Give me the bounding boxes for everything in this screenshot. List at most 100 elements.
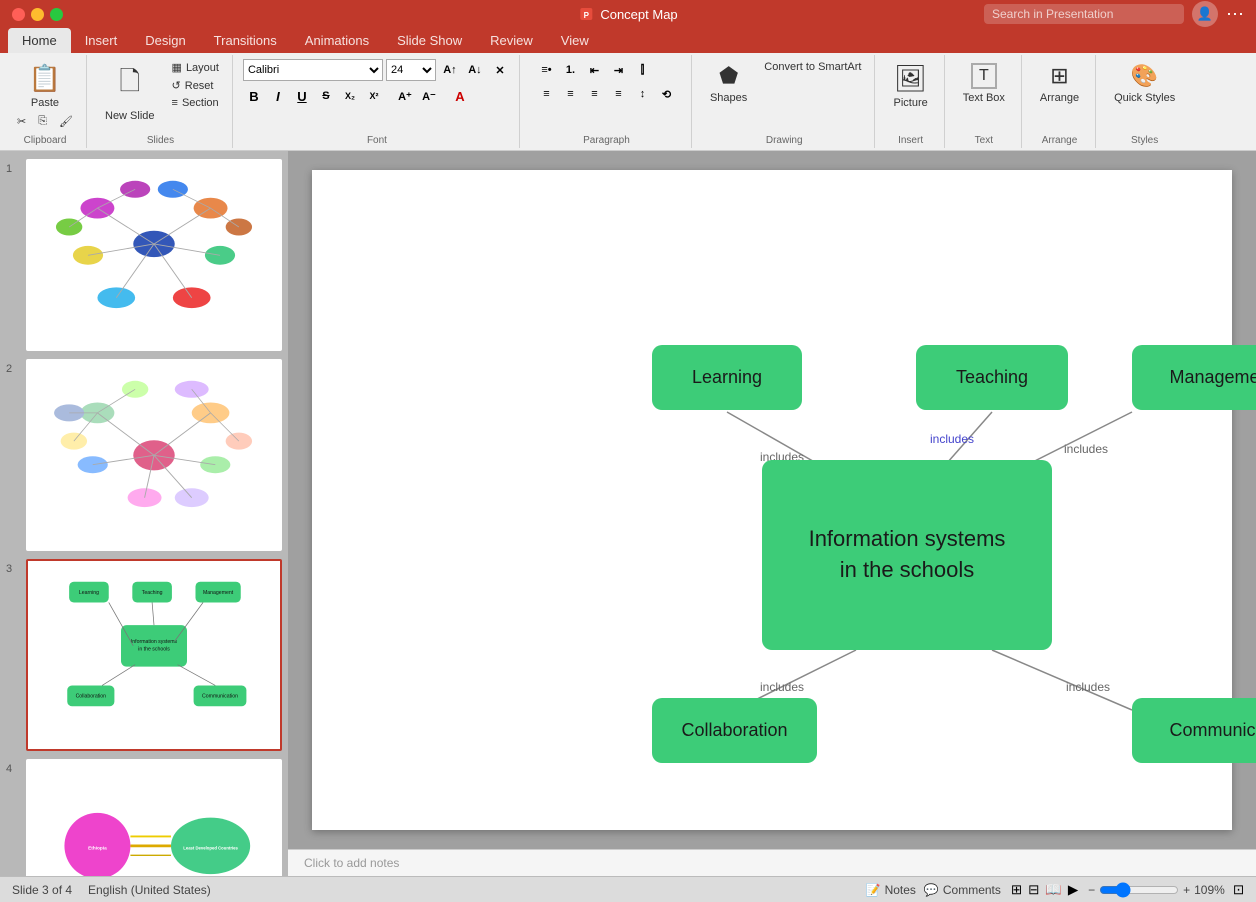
- close-button[interactable]: [12, 8, 25, 21]
- convert-smartart-button[interactable]: Convert to SmartArt: [759, 59, 866, 75]
- minimize-button[interactable]: [31, 8, 44, 21]
- notes-button[interactable]: 📝 Notes: [866, 883, 916, 897]
- slide-sorter-button[interactable]: ⊟: [1026, 880, 1041, 900]
- node-communication[interactable]: Communication: [1132, 698, 1256, 763]
- slide-number-4: 4: [6, 759, 20, 775]
- ribbon-group-slides: 🗋 New Slide ▦ Layout ↺ Reset ≡ Section S…: [89, 55, 233, 148]
- tab-design[interactable]: Design: [131, 28, 199, 53]
- fit-slide-button[interactable]: ⊡: [1233, 882, 1244, 898]
- shrink-font-button[interactable]: A↓: [464, 59, 486, 81]
- align-center-button[interactable]: ≡: [559, 83, 581, 105]
- svg-text:Ethiopia: Ethiopia: [88, 846, 107, 851]
- tab-home[interactable]: Home: [8, 28, 71, 53]
- section-button[interactable]: ≡ Section: [167, 95, 224, 111]
- bullets-button[interactable]: ≡•: [535, 59, 557, 81]
- columns-button[interactable]: ⫿: [631, 59, 653, 81]
- font-size-up-button[interactable]: A⁺: [394, 85, 416, 107]
- font-family-select[interactable]: Calibri: [243, 59, 383, 81]
- quick-styles-button[interactable]: 🎨 Quick Styles: [1106, 59, 1183, 108]
- underline-button[interactable]: U: [291, 85, 313, 107]
- search-input[interactable]: [984, 4, 1184, 24]
- svg-text:Teaching: Teaching: [142, 590, 163, 596]
- align-right-button[interactable]: ≡: [583, 83, 605, 105]
- label-includes-3: includes: [1064, 442, 1108, 456]
- italic-button[interactable]: I: [267, 85, 289, 107]
- copy-button[interactable]: ⎘: [33, 113, 52, 130]
- decrease-indent-button[interactable]: ⇤: [583, 59, 605, 81]
- bold-button[interactable]: B: [243, 85, 265, 107]
- node-learning[interactable]: Learning: [652, 345, 802, 410]
- drawing-actions: Convert to SmartArt: [759, 59, 866, 75]
- node-collaboration[interactable]: Collaboration: [652, 698, 817, 763]
- numbering-button[interactable]: 1.: [559, 59, 581, 81]
- svg-text:Least Developed Countries: Least Developed Countries: [183, 846, 238, 851]
- shapes-button[interactable]: ⬟ Shapes: [702, 59, 755, 108]
- superscript-button[interactable]: X²: [363, 85, 385, 107]
- justify-button[interactable]: ≡: [607, 83, 629, 105]
- grow-font-button[interactable]: A↑: [439, 59, 461, 81]
- tab-animations[interactable]: Animations: [291, 28, 383, 53]
- slide-item-4: 4 Ethiopia Least Developed Countries Sel…: [6, 759, 282, 876]
- new-slide-button[interactable]: 🗋 New Slide: [97, 59, 163, 126]
- zoom-increase-icon[interactable]: +: [1183, 883, 1190, 897]
- maximize-button[interactable]: [50, 8, 63, 21]
- cut-button[interactable]: ✂: [12, 113, 31, 130]
- line-spacing-button[interactable]: ↕: [631, 83, 653, 105]
- tab-review[interactable]: Review: [476, 28, 547, 53]
- paste-button[interactable]: 📋 Paste: [21, 59, 69, 113]
- slide-item-1: 1: [6, 159, 282, 351]
- slide-thumb-1[interactable]: [26, 159, 282, 351]
- copy-icon: ⎘: [38, 115, 47, 128]
- font-size-down-button[interactable]: A⁻: [418, 85, 440, 107]
- user-avatar[interactable]: 👤: [1192, 1, 1218, 27]
- reset-button[interactable]: ↺ Reset: [167, 77, 224, 94]
- status-left: Slide 3 of 4 English (United States): [12, 883, 211, 897]
- clipboard-actions: ✂ ⎘ 🖌: [12, 113, 78, 130]
- slide-thumb-3[interactable]: Information systems in the schools Learn…: [26, 559, 282, 751]
- layout-button[interactable]: ▦ Layout: [167, 59, 224, 76]
- tab-transitions[interactable]: Transitions: [200, 28, 291, 53]
- normal-view-button[interactable]: ⊞: [1009, 880, 1024, 900]
- node-center[interactable]: Information systemsin the schools: [762, 460, 1052, 650]
- status-right: 📝 Notes 💬 Comments ⊞ ⊟ 📖 ▶ − + 109% ⊡: [866, 880, 1244, 900]
- window-controls: [12, 8, 63, 21]
- app-title: P Concept Map: [578, 6, 677, 22]
- reading-view-button[interactable]: 📖: [1043, 880, 1064, 900]
- font-color-button[interactable]: A: [449, 85, 471, 107]
- slide-notes[interactable]: Click to add notes: [288, 849, 1256, 876]
- zoom-decrease-icon[interactable]: −: [1088, 883, 1095, 897]
- zoom-slider[interactable]: [1099, 882, 1179, 898]
- tab-slideshow[interactable]: Slide Show: [383, 28, 476, 53]
- slide-thumb-2[interactable]: [26, 359, 282, 551]
- slide-editor: includes includes includes includes incl…: [288, 151, 1256, 876]
- node-management[interactable]: Management: [1132, 345, 1256, 410]
- comments-button[interactable]: 💬 Comments: [924, 883, 1001, 897]
- font-selector-row: Calibri 24 A↑ A↓ ✕: [243, 59, 511, 81]
- font-size-select[interactable]: 24: [386, 59, 436, 81]
- picture-icon: 🖼: [894, 63, 927, 94]
- slide-actions: ▦ Layout ↺ Reset ≡ Section: [167, 59, 224, 111]
- ribbon-group-textbox: T Text Box Text: [947, 55, 1022, 148]
- ribbon-group-paragraph: ≡• 1. ⇤ ⇥ ⫿ ≡ ≡ ≡ ≡ ↕ ⟲ Paragraph: [522, 55, 692, 148]
- slide-thumb-4[interactable]: Ethiopia Least Developed Countries Self-…: [26, 759, 282, 876]
- subscript-button[interactable]: X₂: [339, 85, 361, 107]
- picture-button[interactable]: 🖼 Picture: [885, 59, 935, 113]
- ribbon-group-arrange: ⊞ Arrange Arrange: [1024, 55, 1096, 148]
- node-teaching[interactable]: Teaching: [916, 345, 1068, 410]
- arrange-button[interactable]: ⊞ Arrange: [1032, 59, 1087, 108]
- ribbon-group-picture: 🖼 Picture Insert: [877, 55, 944, 148]
- clear-format-button[interactable]: ✕: [489, 59, 511, 81]
- textbox-button[interactable]: T Text Box: [955, 59, 1013, 108]
- tab-view[interactable]: View: [547, 28, 603, 53]
- slideshow-button[interactable]: ▶: [1066, 880, 1080, 900]
- align-left-button[interactable]: ≡: [535, 83, 557, 105]
- slide-canvas[interactable]: includes includes includes includes incl…: [312, 170, 1232, 830]
- text-direction-button[interactable]: ⟲: [655, 83, 677, 105]
- paste-icon: 📋: [29, 63, 61, 94]
- layout-icon: ▦: [172, 61, 182, 74]
- increase-indent-button[interactable]: ⇥: [607, 59, 629, 81]
- tab-insert[interactable]: Insert: [71, 28, 132, 53]
- format-painter-button[interactable]: 🖌: [54, 113, 78, 130]
- strikethrough-button[interactable]: S: [315, 85, 337, 107]
- svg-text:Management: Management: [203, 590, 234, 596]
